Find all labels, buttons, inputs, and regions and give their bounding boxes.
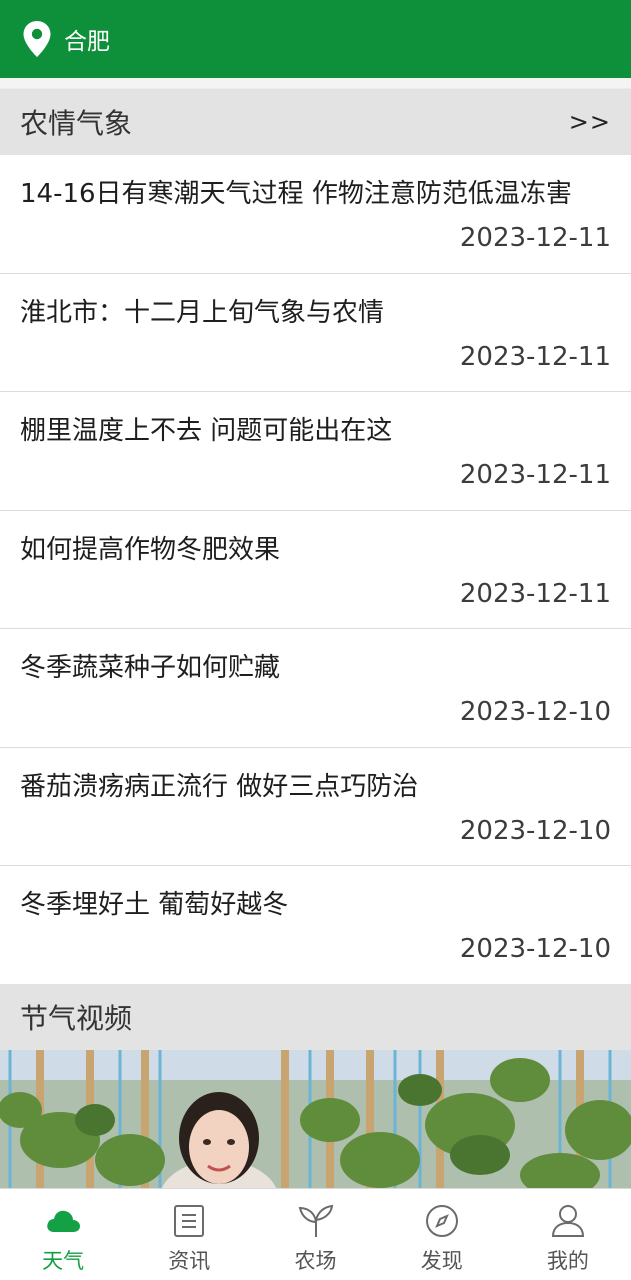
news-date: 2023-12-10 xyxy=(459,697,611,727)
bottom-tab-bar: 天气 资讯 农场 发现 我的 xyxy=(0,1188,631,1280)
list-item[interactable]: 棚里温度上不去 问题可能出在这 2023-12-11 xyxy=(0,392,631,511)
news-date: 2023-12-11 xyxy=(459,578,611,609)
city-name[interactable]: 合肥 xyxy=(64,22,110,56)
top-bar: 合肥 xyxy=(0,0,631,78)
location-pin-icon[interactable] xyxy=(22,19,54,59)
solar-term-video-header: 节气视频 xyxy=(0,984,631,1050)
tab-weather[interactable]: 天气 xyxy=(0,1189,126,1280)
tab-label: 天气 xyxy=(42,1249,85,1273)
agri-weather-header: 农情气象 >> xyxy=(0,89,631,155)
news-title: 如何提高作物冬肥效果 xyxy=(20,534,281,565)
sprout-icon xyxy=(296,1201,336,1241)
news-date: 2023-12-11 xyxy=(459,341,611,372)
cloud-icon xyxy=(43,1201,83,1241)
news-icon xyxy=(169,1201,209,1241)
list-item[interactable]: 如何提高作物冬肥效果 2023-12-11 xyxy=(0,511,631,629)
tab-mine[interactable]: 我的 xyxy=(505,1189,631,1280)
list-item[interactable]: 番茄溃疡病正流行 做好三点巧防治 2023-12-10 xyxy=(0,748,631,866)
news-list: 14-16日有寒潮天气过程 作物注意防范低温冻害 2023-12-11 淮北市：… xyxy=(0,155,631,985)
section-title: 节气视频 xyxy=(20,1002,133,1035)
user-icon xyxy=(548,1201,588,1241)
tab-label: 我的 xyxy=(546,1249,589,1273)
news-title: 冬季蔬菜种子如何贮藏 xyxy=(20,653,281,683)
news-date: 2023-12-11 xyxy=(459,223,611,253)
tab-discover[interactable]: 发现 xyxy=(379,1189,505,1280)
compass-icon xyxy=(422,1201,462,1241)
tab-label: 资讯 xyxy=(168,1249,211,1273)
news-title: 14-16日有寒潮天气过程 作物注意防范低温冻害 xyxy=(20,179,572,209)
news-date: 2023-12-10 xyxy=(459,815,611,846)
news-date: 2023-12-10 xyxy=(459,934,611,964)
news-title: 番茄溃疡病正流行 做好三点巧防治 xyxy=(20,771,419,802)
more-link[interactable]: >> xyxy=(569,108,611,136)
tab-farm[interactable]: 农场 xyxy=(252,1189,378,1280)
list-item[interactable]: 14-16日有寒潮天气过程 作物注意防范低温冻害 2023-12-11 xyxy=(0,155,631,274)
spacer xyxy=(0,78,631,88)
news-title: 淮北市：十二月上旬气象与农情 xyxy=(20,297,385,328)
tab-news[interactable]: 资讯 xyxy=(126,1189,252,1280)
video-thumbnail[interactable] xyxy=(0,1050,631,1188)
list-item[interactable]: 淮北市：十二月上旬气象与农情 2023-12-11 xyxy=(0,274,631,392)
greenhouse-image xyxy=(0,1050,631,1188)
news-date: 2023-12-11 xyxy=(459,460,611,490)
news-title: 棚里温度上不去 问题可能出在这 xyxy=(20,416,393,446)
section-title: 农情气象 xyxy=(20,107,133,140)
tab-label: 发现 xyxy=(420,1249,463,1273)
list-item[interactable]: 冬季蔬菜种子如何贮藏 2023-12-10 xyxy=(0,629,631,748)
news-title: 冬季埋好土 葡萄好越冬 xyxy=(20,890,289,920)
tab-label: 农场 xyxy=(294,1249,337,1273)
list-item[interactable]: 冬季埋好土 葡萄好越冬 2023-12-10 xyxy=(0,866,631,985)
